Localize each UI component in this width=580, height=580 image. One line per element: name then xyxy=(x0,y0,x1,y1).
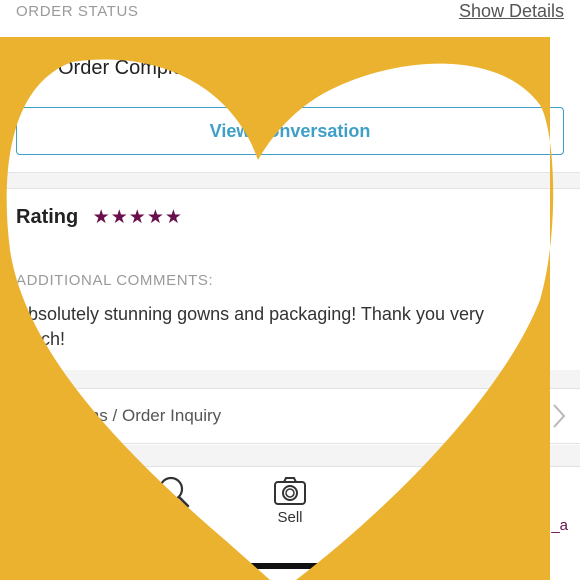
order-details-screen: ORDER STATUS Show Details Order Complete… xyxy=(0,0,580,580)
star-icon: ★ xyxy=(146,206,164,228)
chevron-right-icon xyxy=(553,404,566,428)
rating-stars: ★★★★★ xyxy=(93,208,183,228)
home-indicator xyxy=(236,563,346,569)
tab-label: Shop xyxy=(156,511,192,528)
view-conversation-button[interactable]: View Conversation xyxy=(16,107,564,155)
search-icon xyxy=(158,476,190,508)
divider xyxy=(0,188,580,189)
username-fragment: _a xyxy=(551,517,568,534)
star-icon: ★ xyxy=(164,206,182,228)
tab-sell[interactable]: Sell xyxy=(250,475,330,526)
star-icon: ★ xyxy=(128,206,146,228)
tab-label: Sell xyxy=(277,509,303,526)
view-conversation-label: View Conversation xyxy=(209,121,371,141)
rating-label: Rating xyxy=(16,206,79,228)
order-status-header: ORDER STATUS Show Details xyxy=(0,0,580,24)
problems-order-inquiry-row[interactable]: Problems / Order Inquiry xyxy=(0,388,580,444)
additional-comments-text: Absolutely stunning gowns and packaging!… xyxy=(16,304,484,349)
order-status-value: Order Complete xyxy=(58,57,201,79)
problems-order-inquiry-label: Problems / Order Inquiry xyxy=(36,406,222,425)
camera-icon xyxy=(274,477,306,505)
additional-comments-label: ADDITIONAL COMMENTS: xyxy=(16,272,214,289)
section-separator xyxy=(0,445,580,466)
rating-row: Rating ★★★★★ xyxy=(16,206,183,229)
star-icon: ★ xyxy=(92,206,110,228)
divider xyxy=(0,172,580,173)
tab-shop[interactable]: Shop xyxy=(134,475,214,528)
order-status-label: ORDER STATUS xyxy=(16,3,139,20)
section-separator xyxy=(0,370,580,388)
star-icon: ★ xyxy=(110,206,128,228)
section-separator xyxy=(0,172,580,188)
show-details-link[interactable]: Show Details xyxy=(459,1,564,22)
